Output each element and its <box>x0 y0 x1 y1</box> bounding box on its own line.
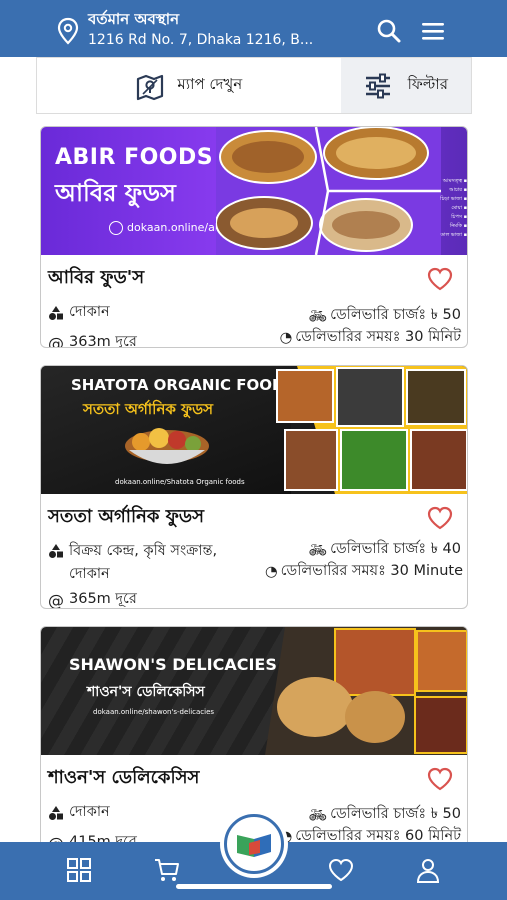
delivery-charge-row: 🚲︎ ডেলিভারি চার্জঃ ৳ 40 <box>309 538 461 562</box>
shapes-icon <box>49 806 63 820</box>
location-title[interactable]: বর্তমান অবস্থান <box>88 8 179 33</box>
filter-icon <box>365 73 390 98</box>
shapes-icon <box>49 306 63 320</box>
banner-product-photos <box>265 627 467 755</box>
at-icon: @ <box>48 333 64 348</box>
banner-product-list: আমসত্ত্ব ▪ আচার ▪ চিড়া ভাজা ▪ মোয়া ▪ চ… <box>440 178 467 238</box>
menu-icon[interactable] <box>420 19 446 43</box>
home-indicator <box>176 884 332 889</box>
user-icon[interactable] <box>414 856 442 884</box>
bicycle-icon: 🚲︎ <box>308 308 328 325</box>
shop-banner: ABIR FOODS আবির ফুডস dokaan.online/abir-… <box>41 127 467 255</box>
search-icon[interactable] <box>376 18 402 44</box>
shop-distance-row: @ 365m দূরে <box>48 588 460 609</box>
shop-distance: 365m দূরে <box>69 591 137 607</box>
shop-name[interactable]: আবির ফুড'স <box>48 263 460 294</box>
map-icon <box>137 74 164 100</box>
delivery-time-row: ◔ ডেলিভারির সময়ঃ 30 Minute <box>265 560 463 584</box>
delivery-time: ডেলিভারির সময়ঃ 30 Minute <box>280 563 463 579</box>
heart-icon[interactable] <box>327 856 355 884</box>
shop-banner: SHATOTA ORGANIC FOODS সততা অর্গানিক ফুডস… <box>41 366 467 494</box>
filter-label: ফিল্টার <box>407 75 448 93</box>
delivery-time-row: ◔ ডেলিভারির সময়ঃ 30 মিনিট <box>279 326 461 347</box>
shop-card[interactable]: ABIR FOODS আবির ফুডস dokaan.online/abir-… <box>40 126 468 348</box>
shop-card-body: আবির ফুড'স দোকান @ 363m দূরে 🚲︎ ডেলিভারি… <box>41 255 467 347</box>
app-logo-icon <box>237 834 271 857</box>
shop-banner: SHAWON'S DELICACIES শাওন'স ডেলিকেসিস dok… <box>41 627 467 755</box>
banner-product-photos <box>216 127 441 255</box>
toolbar: ম্যাপ দেখুন ফিল্টার <box>36 57 472 114</box>
shapes-icon <box>49 544 63 558</box>
delivery-charge-row: 🚲︎ ডেলিভারি চার্জঃ ৳ 50 <box>309 803 461 827</box>
delivery-charge: ডেলিভারি চার্জঃ ৳ 50 <box>330 806 461 822</box>
shop-name[interactable]: সততা অর্গানিক ফুডস <box>48 502 460 533</box>
banner-url: dokaan.online/shawon's-delicacies <box>93 708 215 716</box>
delivery-charge-row: 🚲︎ ডেলিভারি চার্জঃ ৳ 50 <box>309 304 461 328</box>
banner-title-bn: সততা অর্গানিক ফুডস <box>83 400 214 418</box>
clock-icon: ◔ <box>279 330 293 346</box>
home-logo-button[interactable] <box>224 814 284 874</box>
cart-icon[interactable] <box>153 856 181 884</box>
banner-title-bn: শাওন'স ডেলিকেসিস <box>87 684 205 700</box>
banner-url: dokaan.online/Shatota Organic foods <box>115 478 245 486</box>
banner-title-en: SHAWON'S DELICACIES <box>69 655 277 674</box>
heart-icon[interactable] <box>427 267 453 291</box>
map-view-label: ম্যাপ দেখুন <box>177 75 243 93</box>
banner-title-en: SHATOTA ORGANIC FOODS <box>71 376 296 394</box>
shop-card-body: সততা অর্গানিক ফুডস বিক্রয় কেন্দ্র, কৃষি… <box>41 494 467 608</box>
heart-icon[interactable] <box>427 767 453 791</box>
app-header: বর্তমান অবস্থান 1216 Rd No. 7, Dhaka 121… <box>0 0 507 57</box>
grid-icon[interactable] <box>65 856 93 884</box>
banner-product-photos <box>276 366 467 494</box>
location-pin-icon <box>57 17 79 45</box>
shop-name[interactable]: শাওন'স ডেলিকেসিস <box>48 763 460 794</box>
banner-title-bn: আবির ফুডস <box>55 179 176 207</box>
clock-icon: ◔ <box>265 564 278 580</box>
delivery-charge: ডেলিভারি চার্জঃ ৳ 50 <box>330 307 461 323</box>
shop-distance: 363m দূরে <box>69 334 137 348</box>
globe-icon <box>109 221 123 235</box>
heart-icon[interactable] <box>427 506 453 530</box>
shop-category-row: বিক্রয় কেন্দ্র, কৃষি সংক্রান্ত, দোকান <box>48 540 248 586</box>
location-address[interactable]: 1216 Rd No. 7, Dhaka 1216, B... <box>88 32 313 48</box>
shop-category: দোকান <box>69 804 110 820</box>
map-view-button[interactable]: ম্যাপ দেখুন <box>37 58 341 113</box>
delivery-charge: ডেলিভারি চার্জঃ ৳ 40 <box>330 541 461 557</box>
banner-title-en: ABIR FOODS <box>55 145 214 170</box>
filter-button[interactable]: ফিল্টার <box>340 58 471 113</box>
at-icon: @ <box>48 590 64 609</box>
shop-card[interactable]: SHATOTA ORGANIC FOODS সততা অর্গানিক ফুডস… <box>40 365 468 609</box>
bicycle-icon: 🚲︎ <box>308 807 328 824</box>
bicycle-icon: 🚲︎ <box>308 542 328 559</box>
banner-fruit-bowl <box>125 428 209 464</box>
shop-category: বিক্রয় কেন্দ্র, কৃষি সংক্রান্ত, দোকান <box>69 543 218 582</box>
delivery-time: ডেলিভারির সময়ঃ 30 মিনিট <box>295 329 461 345</box>
shop-category: দোকান <box>69 304 110 320</box>
